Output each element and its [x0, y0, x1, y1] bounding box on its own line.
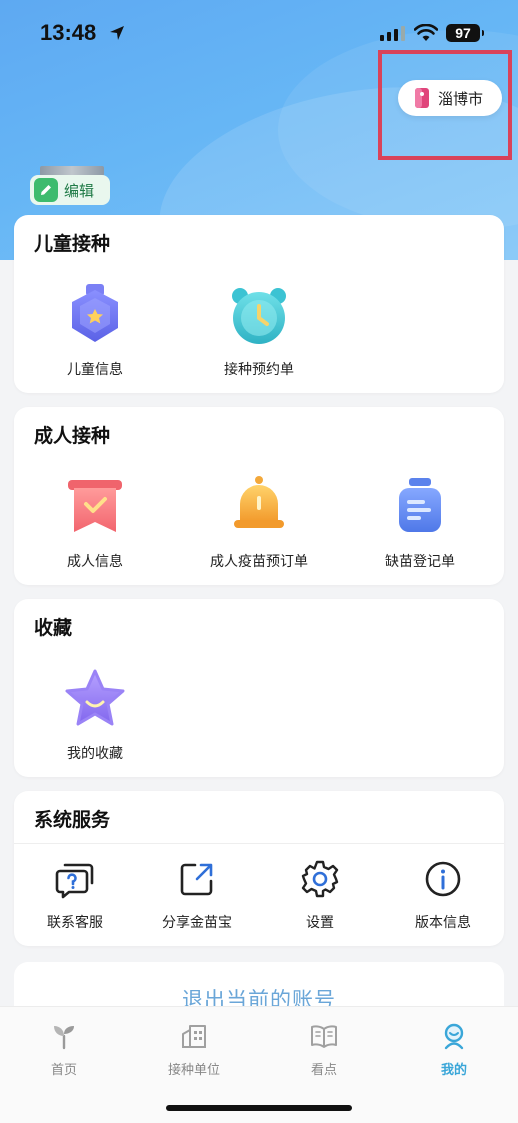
version-info-label: 版本信息 [415, 915, 471, 931]
share-app-button[interactable]: 分享金苗宝 [136, 856, 258, 932]
tab-highlights[interactable]: 看点 [260, 1021, 388, 1078]
tab-mine-label: 我的 [440, 1063, 467, 1078]
adult-vaccination-card: 成人接种 成人信息 成人疫苗预订单 缺苗登记单 [14, 407, 504, 585]
star-icon [65, 669, 125, 726]
adult-vaccine-order-button[interactable]: 成人疫苗预订单 [198, 469, 320, 571]
child-badge-icon [72, 284, 118, 342]
tab-vaccination-units-label: 接种单位 [167, 1063, 220, 1078]
location-arrow-icon [110, 26, 124, 40]
child-info-label: 儿童信息 [67, 362, 123, 378]
ribbon-check-icon [68, 480, 122, 532]
chat-question-icon [55, 863, 94, 899]
building-icon [182, 1025, 206, 1048]
bottom-tab-bar: 首页 接种单位 看点 我的 [0, 1006, 518, 1123]
divider [14, 843, 504, 844]
adult-info-button[interactable]: 成人信息 [34, 469, 156, 571]
tab-home[interactable]: 首页 [0, 1021, 128, 1078]
section-title: 儿童接种 [34, 233, 111, 255]
alarm-clock-icon [232, 288, 286, 344]
info-icon [425, 861, 461, 897]
pencil-icon [34, 178, 58, 202]
settings-label: 设置 [306, 915, 334, 931]
share-app-label: 分享金苗宝 [162, 915, 232, 931]
appointment-button[interactable]: 接种预约单 [198, 277, 320, 379]
customer-service-label: 联系客服 [47, 915, 103, 931]
bell-icon [234, 476, 284, 528]
tab-mine[interactable]: 我的 [390, 1021, 518, 1078]
tab-highlights-label: 看点 [310, 1063, 337, 1078]
status-time: 13:48 [40, 20, 97, 45]
system-services-card: 系统服务 联系客服 分享金苗宝 设置 版本信息 [14, 791, 504, 946]
adult-vaccine-order-label: 成人疫苗预订单 [210, 554, 308, 570]
my-favorites-label: 我的收藏 [67, 746, 123, 762]
edit-label: 编辑 [64, 181, 95, 200]
child-info-button[interactable]: 儿童信息 [34, 277, 156, 379]
favorites-card: 收藏 我的收藏 [14, 599, 504, 777]
location-tag-icon [415, 88, 429, 108]
city-name: 淄博市 [438, 89, 484, 108]
tab-home-label: 首页 [50, 1063, 77, 1078]
my-favorites-button[interactable]: 我的收藏 [34, 661, 156, 763]
appointment-label: 接种预约单 [224, 362, 294, 378]
customer-service-button[interactable]: 联系客服 [14, 856, 136, 932]
section-title: 系统服务 [34, 809, 111, 831]
shortage-registration-label: 缺苗登记单 [385, 554, 455, 570]
vial-icon [399, 478, 441, 532]
book-icon [311, 1025, 337, 1048]
child-vaccination-card: 儿童接种 儿童信息 接种预约单 [14, 215, 504, 393]
shortage-registration-button[interactable]: 缺苗登记单 [359, 469, 481, 571]
sprout-icon [54, 1026, 74, 1050]
section-title: 成人接种 [34, 425, 111, 447]
home-indicator [166, 1105, 352, 1111]
gear-icon [301, 860, 339, 898]
city-selector[interactable]: 淄博市 [398, 80, 502, 116]
share-icon [180, 863, 213, 896]
person-icon [444, 1023, 464, 1050]
settings-button[interactable]: 设置 [259, 856, 381, 932]
tab-vaccination-units[interactable]: 接种单位 [130, 1021, 258, 1078]
version-info-button[interactable]: 版本信息 [382, 856, 504, 932]
adult-info-label: 成人信息 [67, 554, 123, 570]
wifi-icon [414, 24, 438, 41]
signal-icon [380, 26, 405, 41]
battery-indicator: 97 [446, 24, 484, 42]
section-title: 收藏 [34, 617, 73, 639]
edit-profile-button[interactable]: 编辑 [30, 175, 110, 205]
